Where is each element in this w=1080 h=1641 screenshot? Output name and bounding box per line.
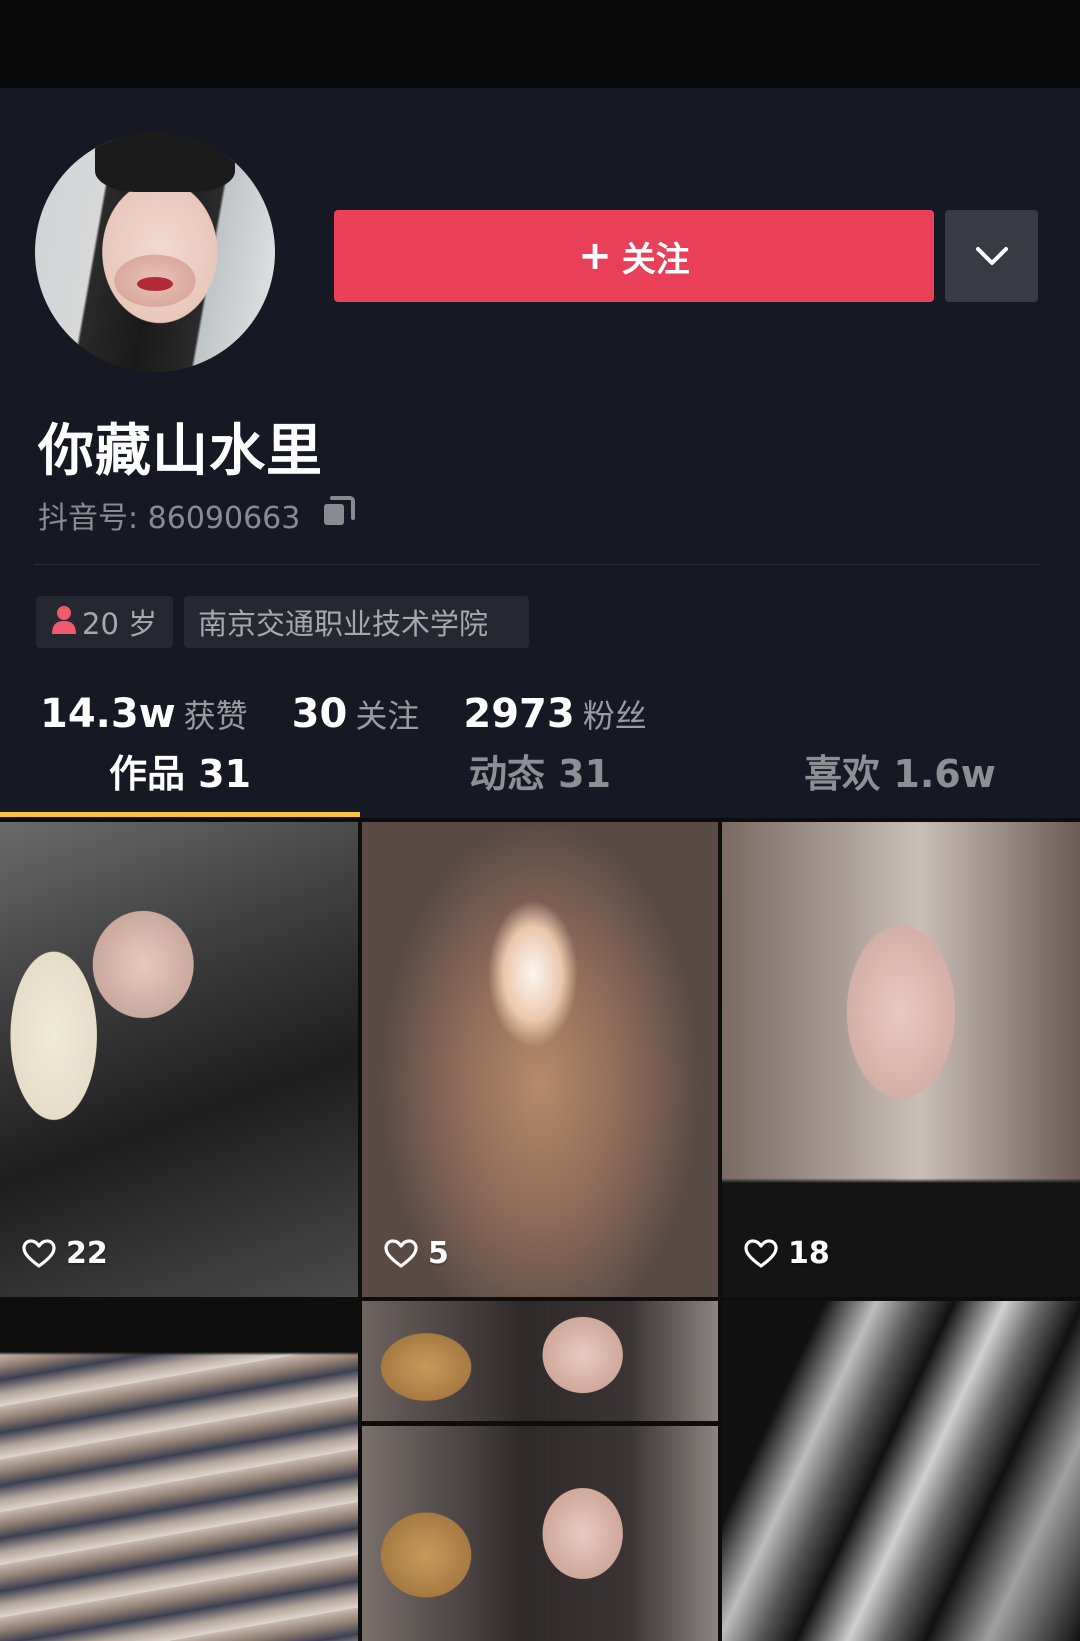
- avatar-hair: [95, 132, 235, 192]
- video-thumbnail[interactable]: 18: [722, 822, 1080, 1297]
- video-thumbnail[interactable]: [362, 1426, 718, 1641]
- video-grid: 22 5 18: [0, 822, 1080, 1641]
- avatar[interactable]: [35, 132, 275, 372]
- avatar-lips: [137, 277, 173, 291]
- heart-icon: [744, 1238, 778, 1268]
- tab-likes[interactable]: 喜欢 1.6w: [720, 722, 1080, 818]
- tab-moments[interactable]: 动态 31: [360, 722, 720, 818]
- age-tag: 20 岁: [36, 596, 173, 648]
- like-count-value: 18: [788, 1236, 830, 1271]
- like-count: 18: [744, 1236, 830, 1271]
- profile-header: + 关注 你藏山水里 抖音号: 86090663 20 岁 南京交通职业技术学院: [0, 88, 1080, 818]
- video-thumbnail[interactable]: 5: [362, 822, 718, 1297]
- like-count: 22: [22, 1236, 108, 1271]
- copy-icon[interactable]: [322, 495, 356, 535]
- tab-indicator: [0, 812, 360, 817]
- status-bar-area: [0, 0, 1080, 88]
- like-count: 5: [384, 1236, 449, 1271]
- video-thumbnail[interactable]: [722, 1301, 1080, 1641]
- follow-button[interactable]: + 关注: [334, 210, 934, 302]
- chevron-down-icon: [975, 247, 1008, 265]
- school-tag: 南京交通职业技术学院: [184, 596, 529, 648]
- female-icon: [50, 604, 78, 641]
- douyin-id-row: 抖音号: 86090663: [38, 493, 356, 537]
- follow-button-label: 关注: [621, 239, 690, 280]
- douyin-id: 抖音号: 86090663: [38, 501, 301, 536]
- like-count-value: 5: [428, 1236, 449, 1271]
- video-thumbnail[interactable]: [362, 1301, 718, 1421]
- age-label: 20 岁: [82, 607, 158, 641]
- profile-tabs: 作品 31 动态 31 喜欢 1.6w: [0, 722, 1080, 818]
- more-options-button[interactable]: [945, 210, 1038, 302]
- school-label: 南京交通职业技术学院: [198, 607, 489, 641]
- like-count-value: 22: [66, 1236, 108, 1271]
- divider: [34, 564, 1040, 565]
- heart-icon: [384, 1238, 418, 1268]
- video-thumbnail[interactable]: [0, 1301, 358, 1641]
- tab-works[interactable]: 作品 31: [0, 722, 360, 818]
- nickname: 你藏山水里: [38, 419, 323, 484]
- heart-icon: [22, 1238, 56, 1268]
- video-thumbnail[interactable]: 22: [0, 822, 358, 1297]
- plus-icon: +: [578, 233, 612, 279]
